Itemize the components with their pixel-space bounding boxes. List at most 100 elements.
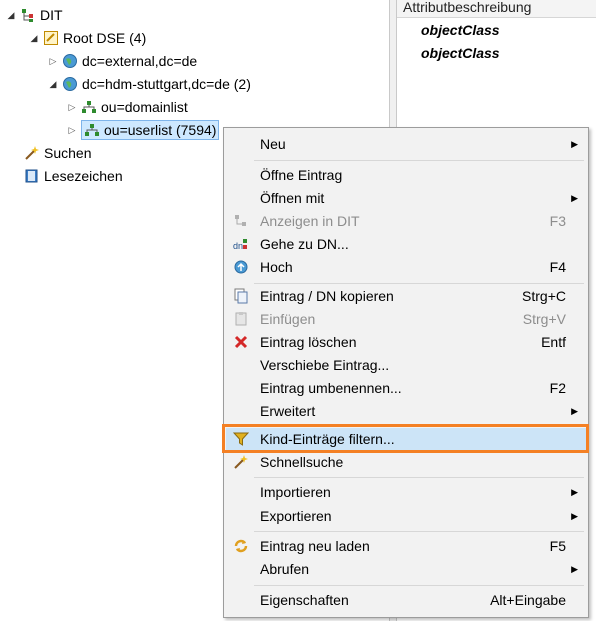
globe-icon <box>62 76 78 92</box>
menu-item-gehe-zu-dn[interactable]: dn Gehe zu DN... <box>226 233 586 255</box>
show-in-dit-icon <box>233 213 249 229</box>
menu-item-label: Eintrag löschen <box>260 334 357 350</box>
collapsed-arrow-icon[interactable]: ▷ <box>48 51 58 71</box>
delete-icon <box>233 334 249 350</box>
menu-item-label: Eintrag umbenennen... <box>260 380 402 396</box>
search-wand-icon <box>24 145 40 161</box>
menu-item-shortcut: Alt+Eingabe <box>490 592 566 608</box>
tree-node-root-dse-label: Root DSE (4) <box>63 30 147 46</box>
refresh-icon <box>233 538 249 554</box>
menu-item-label: Importieren <box>260 484 331 500</box>
quick-search-wand-icon <box>233 454 249 470</box>
menu-item-label: Abrufen <box>260 561 310 577</box>
tree-node-dit-label: DIT <box>40 7 63 23</box>
menu-item-label: Öffnen mit <box>260 190 325 206</box>
tree-node-search[interactable]: Suchen <box>24 143 91 163</box>
menu-item-label: Eintrag / DN kopieren <box>260 288 394 304</box>
menu-item-label: Erweitert <box>260 403 316 419</box>
tree-node-userlist[interactable]: ▷ ou=userlist (7594) <box>67 120 220 140</box>
menu-item-shortcut: Strg+C <box>522 288 566 304</box>
org-unit-icon <box>84 122 100 138</box>
org-unit-icon <box>81 99 97 115</box>
menu-item-hoch[interactable]: Hoch F4 <box>226 256 586 278</box>
menu-item-label: Eigenschaften <box>260 592 349 608</box>
menu-separator <box>254 531 584 532</box>
menu-item-loeschen[interactable]: Eintrag löschen Entf <box>226 331 586 353</box>
menu-item-label: Schnellsuche <box>260 454 344 470</box>
menu-item-importieren[interactable]: Importieren ▶ <box>226 481 586 503</box>
menu-item-label: Eintrag neu laden <box>260 538 370 554</box>
menu-item-label: Neu <box>260 136 286 152</box>
tree-node-userlist-label: ou=userlist (7594) <box>104 122 217 138</box>
menu-item-shortcut: F2 <box>549 380 566 396</box>
menu-item-exportieren[interactable]: Exportieren ▶ <box>226 505 586 527</box>
menu-item-einfuegen[interactable]: Einfügen Strg+V <box>226 308 586 330</box>
root-dse-icon <box>43 30 59 46</box>
book-icon <box>24 168 40 184</box>
highlight-frame <box>222 424 589 453</box>
globe-icon <box>62 53 78 69</box>
copy-icon <box>233 288 249 304</box>
up-globe-icon <box>233 259 249 275</box>
attribute-row[interactable]: objectClass <box>421 45 500 61</box>
attribute-row[interactable]: objectClass <box>421 22 500 38</box>
tree-node-external[interactable]: ▷ dc=external,dc=de <box>48 51 198 71</box>
menu-item-label: Öffne Eintrag <box>260 167 343 183</box>
tree-node-hdm-label: dc=hdm-stuttgart,dc=de (2) <box>82 76 251 92</box>
context-menu: Neu ▶ Öffne Eintrag Öffnen mit ▶ Anzeige… <box>223 127 589 618</box>
menu-separator <box>254 160 584 161</box>
collapsed-arrow-icon[interactable]: ▷ <box>67 97 77 117</box>
menu-separator <box>254 585 584 586</box>
goto-dn-icon: dn <box>233 236 249 252</box>
tree-node-domainlist[interactable]: ▷ ou=domainlist <box>67 97 188 117</box>
paste-icon <box>233 311 249 327</box>
menu-item-oeffne-eintrag[interactable]: Öffne Eintrag <box>226 164 586 186</box>
menu-separator <box>254 477 584 478</box>
submenu-arrow-icon: ▶ <box>571 564 578 574</box>
submenu-arrow-icon: ▶ <box>571 139 578 149</box>
menu-separator <box>254 283 584 284</box>
expand-arrow-icon[interactable]: ◢ <box>29 28 39 48</box>
menu-item-erweitert[interactable]: Erweitert ▶ <box>226 400 586 422</box>
menu-item-shortcut: F5 <box>549 538 566 554</box>
menu-item-label: Exportieren <box>260 508 332 524</box>
menu-item-shortcut: F3 <box>549 213 566 229</box>
menu-item-neu[interactable]: Neu ▶ <box>226 133 586 155</box>
menu-item-umbenennen[interactable]: Eintrag umbenennen... F2 <box>226 377 586 399</box>
menu-item-schnellsuche[interactable]: Schnellsuche <box>226 451 586 473</box>
menu-item-label: Gehe zu DN... <box>260 236 349 252</box>
tree-node-root-dse[interactable]: ◢ Root DSE (4) <box>29 28 147 48</box>
attribute-column-header[interactable]: Attributbeschreibung <box>397 0 596 18</box>
svg-text:dn: dn <box>233 241 243 251</box>
menu-item-abrufen[interactable]: Abrufen ▶ <box>226 558 586 580</box>
submenu-arrow-icon: ▶ <box>571 511 578 521</box>
dit-tree-icon <box>20 7 36 23</box>
menu-item-shortcut: Strg+V <box>522 311 566 327</box>
menu-item-neu-laden[interactable]: Eintrag neu laden F5 <box>226 535 586 557</box>
tree-node-bookmarks[interactable]: Lesezeichen <box>24 166 123 186</box>
menu-item-verschieben[interactable]: Verschiebe Eintrag... <box>226 354 586 376</box>
submenu-arrow-icon: ▶ <box>571 193 578 203</box>
tree-node-search-label: Suchen <box>44 145 92 161</box>
menu-item-label: Anzeigen in DIT <box>260 213 360 229</box>
tree-node-domainlist-label: ou=domainlist <box>101 99 188 115</box>
tree-node-bookmarks-label: Lesezeichen <box>44 168 123 184</box>
menu-item-oeffnen-mit[interactable]: Öffnen mit ▶ <box>226 187 586 209</box>
submenu-arrow-icon: ▶ <box>571 406 578 416</box>
menu-item-kopieren[interactable]: Eintrag / DN kopieren Strg+C <box>226 285 586 307</box>
tree-node-dit[interactable]: ◢ DIT <box>6 5 63 25</box>
expand-arrow-icon[interactable]: ◢ <box>48 74 58 94</box>
menu-item-anzeigen-in-dit[interactable]: Anzeigen in DIT F3 <box>226 210 586 232</box>
submenu-arrow-icon: ▶ <box>571 487 578 497</box>
menu-item-eigenschaften[interactable]: Eigenschaften Alt+Eingabe <box>226 589 586 611</box>
menu-item-label: Verschiebe Eintrag... <box>260 357 390 373</box>
tree-node-hdm-stuttgart[interactable]: ◢ dc=hdm-stuttgart,dc=de (2) <box>48 74 251 94</box>
menu-item-shortcut: F4 <box>549 259 566 275</box>
menu-item-label: Hoch <box>260 259 293 275</box>
menu-item-label: Einfügen <box>260 311 316 327</box>
menu-item-shortcut: Entf <box>541 334 566 350</box>
collapsed-arrow-icon[interactable]: ▷ <box>67 120 77 140</box>
tree-node-userlist-selection[interactable]: ou=userlist (7594) <box>81 120 220 140</box>
tree-node-external-label: dc=external,dc=de <box>82 53 198 69</box>
expand-arrow-icon[interactable]: ◢ <box>6 5 16 25</box>
